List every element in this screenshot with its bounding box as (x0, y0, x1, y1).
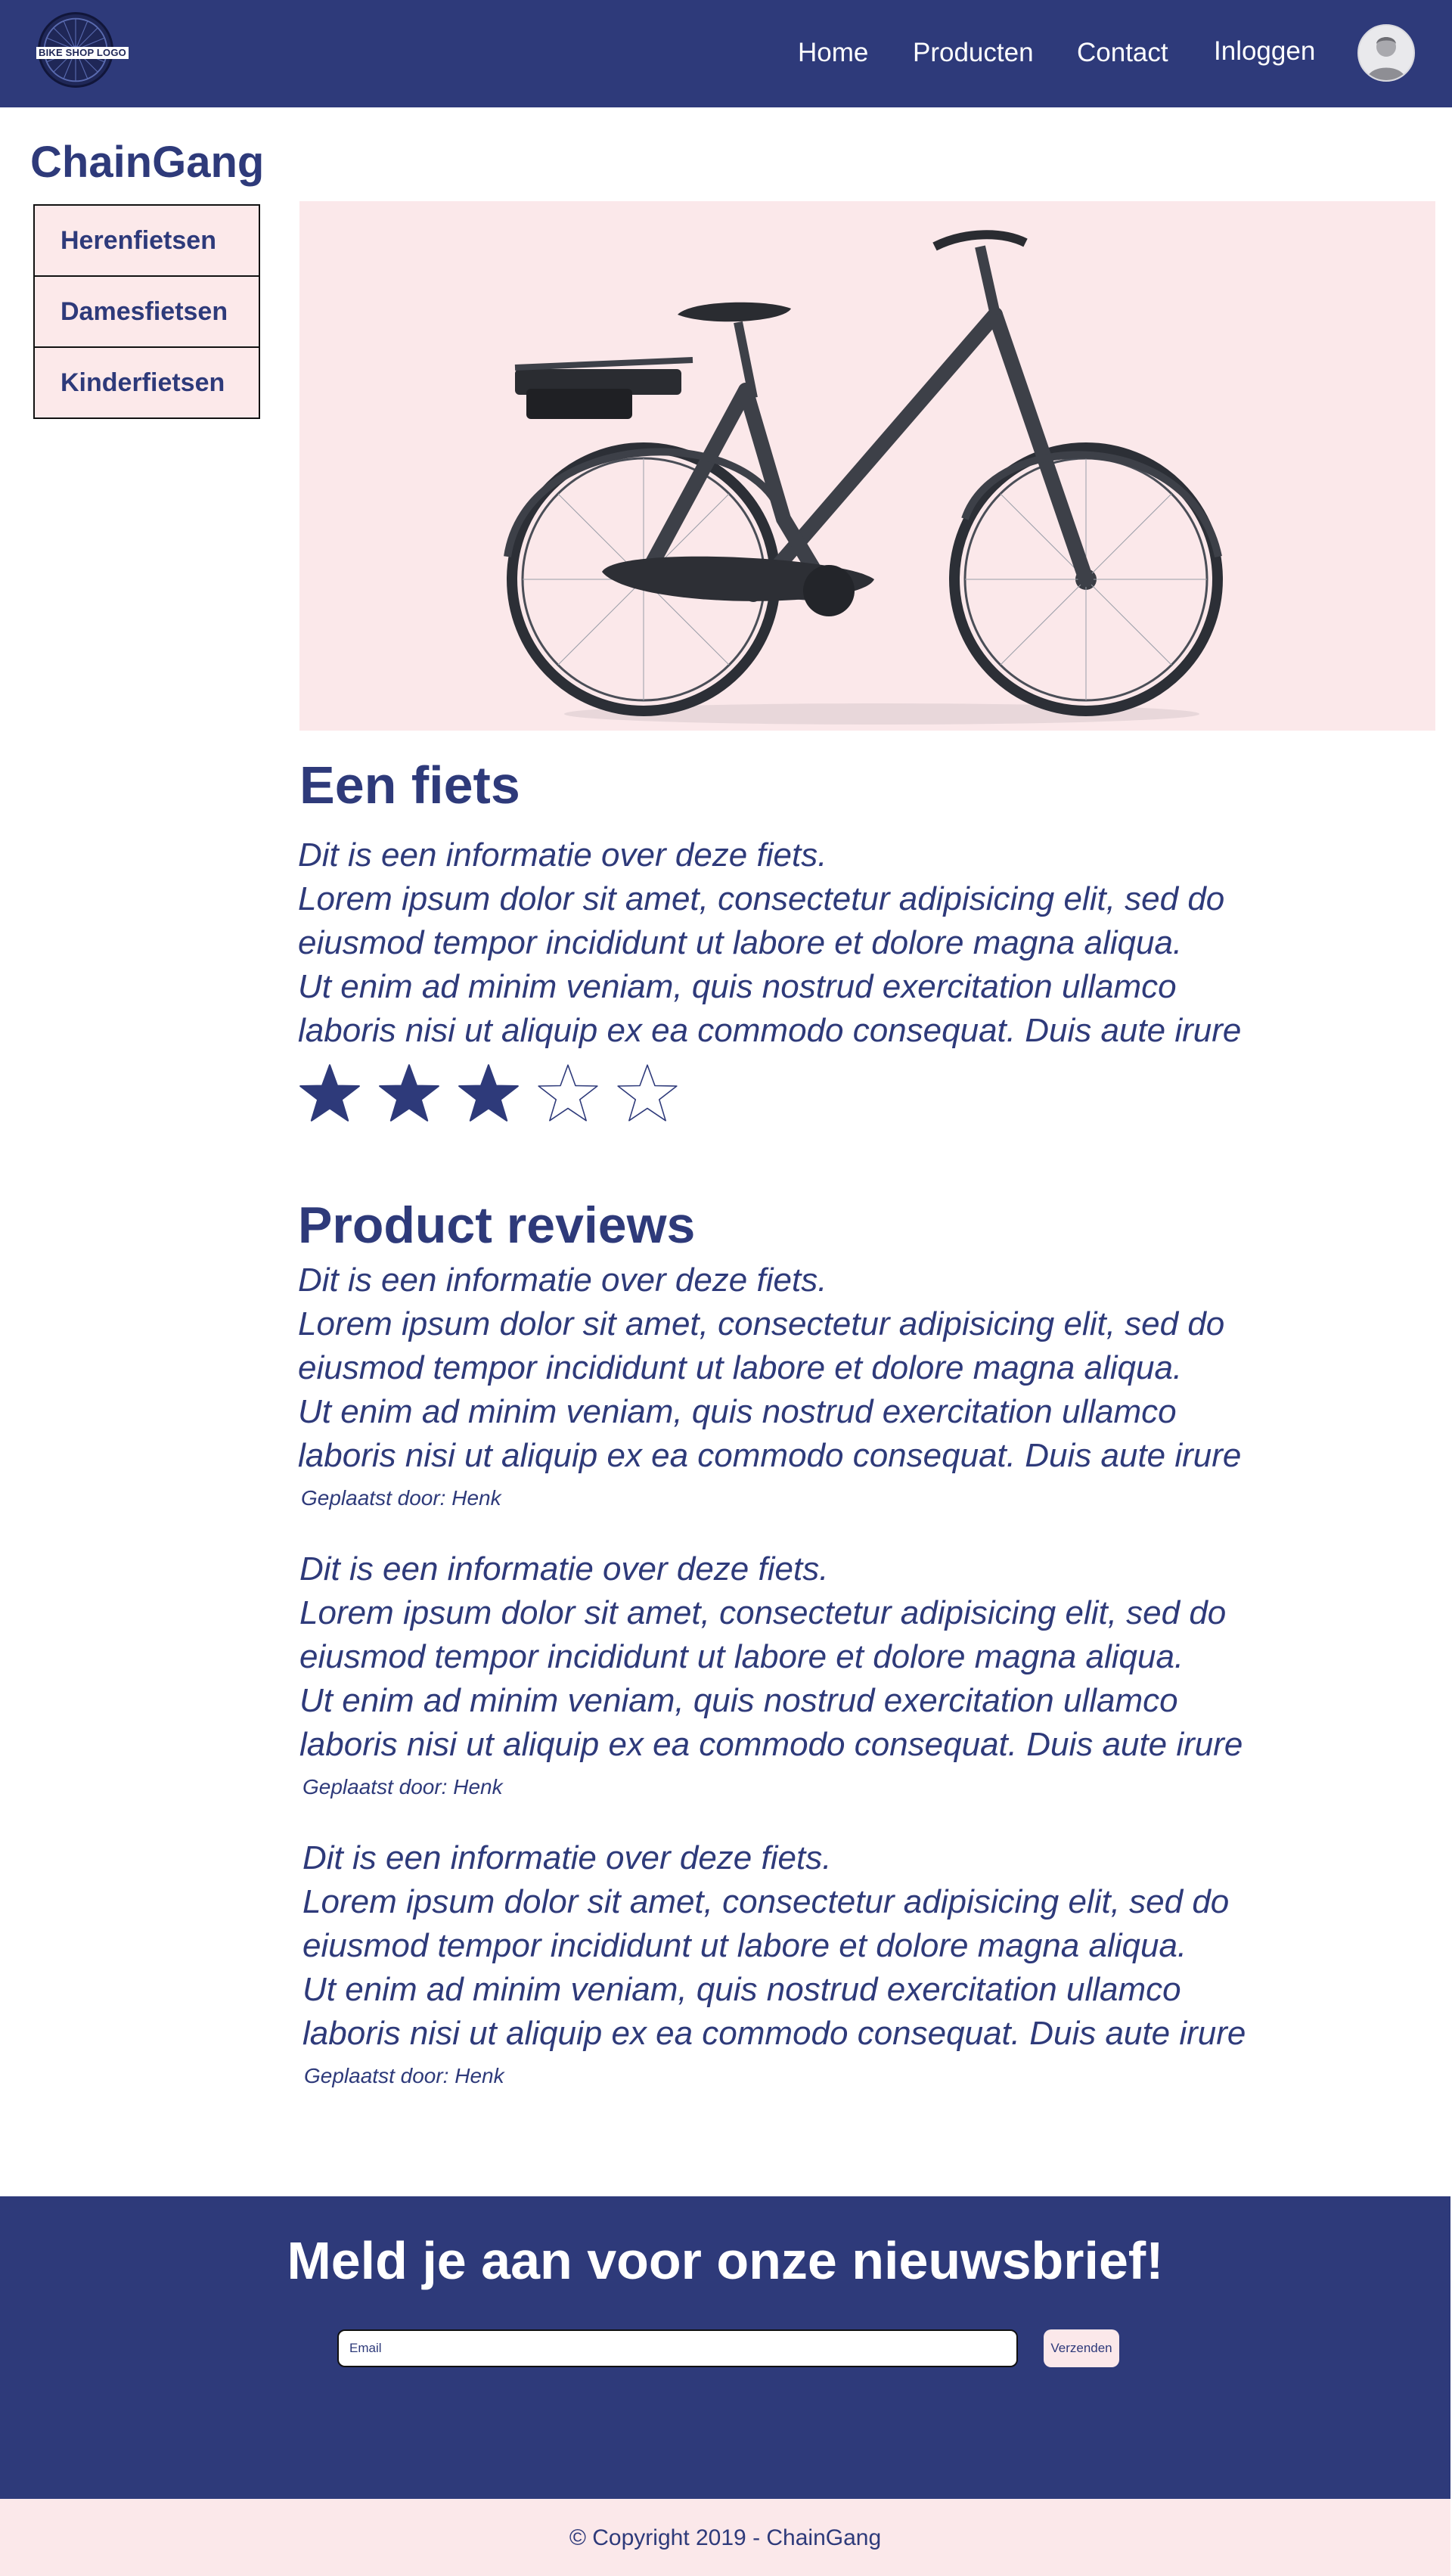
review-line: Ut enim ad minim veniam, quis nostrud ex… (302, 1971, 1181, 2008)
review-line: laboris nisi ut aliquip ex ea commodo co… (298, 1437, 1242, 1474)
bicycle-illustration (504, 230, 1223, 725)
nav-contact[interactable]: Contact (1077, 33, 1168, 73)
category-sidebar: Herenfietsen Damesfietsen Kinderfietsen (33, 204, 260, 419)
review-line: Ut enim ad minim veniam, quis nostrud ex… (299, 1682, 1178, 1719)
review-1-byline: Geplaatst door: Henk (301, 1486, 501, 1510)
sidebar-item-kinderfietsen[interactable]: Kinderfietsen (33, 346, 260, 419)
brand-title: ChainGang (30, 138, 265, 187)
star-filled-icon (379, 1064, 439, 1122)
review-line: Dit is een informatie over deze fiets. (298, 1262, 827, 1299)
submit-button[interactable]: Verzenden (1044, 2329, 1119, 2367)
star-filled-icon (299, 1064, 360, 1122)
newsletter-title: Meld je aan voor onze nieuwsbrief! (287, 2231, 1164, 2290)
reviews-title: Product reviews (298, 1196, 696, 1254)
review-line: Ut enim ad minim veniam, quis nostrud ex… (298, 1393, 1177, 1430)
review-line: eiusmod tempor incididunt ut labore et d… (302, 1927, 1187, 1964)
top-navigation-bar: BIKE SHOP LOGO Home Producten Contact In… (0, 0, 1452, 107)
nav-inloggen[interactable]: Inloggen (1214, 32, 1315, 71)
description-line: Lorem ipsum dolor sit amet, consectetur … (298, 880, 1225, 917)
email-field[interactable] (337, 2329, 1018, 2367)
logo-text: BIKE SHOP LOGO (36, 47, 129, 59)
star-outline-icon (617, 1064, 678, 1122)
product-description: Dit is een informatie over deze fiets. L… (298, 833, 1281, 1053)
description-line: laboris nisi ut aliquip ex ea commodo co… (298, 1012, 1242, 1049)
review-2-byline: Geplaatst door: Henk (302, 1775, 503, 1799)
review-1-text: Dit is een informatie over deze fiets. L… (298, 1259, 1281, 1478)
description-line: Ut enim ad minim veniam, quis nostrud ex… (298, 968, 1177, 1005)
review-3-byline: Geplaatst door: Henk (304, 2064, 504, 2087)
review-line: eiusmod tempor incididunt ut labore et d… (299, 1638, 1184, 1675)
review-line: Dit is een informatie over deze fiets. (299, 1550, 829, 1587)
star-filled-icon (458, 1064, 519, 1122)
review-3-text: Dit is een informatie over deze fiets. L… (302, 1836, 1286, 2056)
sidebar-item-damesfietsen[interactable]: Damesfietsen (33, 275, 260, 348)
copyright-text: © Copyright 2019 - ChainGang (569, 2525, 882, 2550)
description-line: Dit is een informatie over deze fiets. (298, 836, 827, 874)
review-line: laboris nisi ut aliquip ex ea commodo co… (302, 2015, 1246, 2052)
review-line: Lorem ipsum dolor sit amet, consectetur … (302, 1883, 1230, 1920)
star-outline-icon (538, 1064, 598, 1122)
nav-producten[interactable]: Producten (913, 33, 1034, 73)
review-line: Dit is een informatie over deze fiets. (302, 1839, 832, 1876)
review-2-text: Dit is een informatie over deze fiets. L… (299, 1547, 1283, 1767)
sidebar-item-herenfietsen[interactable]: Herenfietsen (33, 204, 260, 277)
user-avatar-icon[interactable] (1357, 24, 1415, 82)
product-image (299, 201, 1435, 731)
description-line: eiusmod tempor incididunt ut labore et d… (298, 924, 1183, 961)
review-line: laboris nisi ut aliquip ex ea commodo co… (299, 1726, 1243, 1763)
product-title: Een fiets (299, 756, 520, 815)
review-line: eiusmod tempor incididunt ut labore et d… (298, 1349, 1183, 1386)
nav-home[interactable]: Home (798, 33, 868, 73)
review-line: Lorem ipsum dolor sit amet, consectetur … (298, 1305, 1225, 1342)
bike-shop-logo[interactable]: BIKE SHOP LOGO (30, 9, 141, 92)
review-line: Lorem ipsum dolor sit amet, consectetur … (299, 1594, 1227, 1631)
